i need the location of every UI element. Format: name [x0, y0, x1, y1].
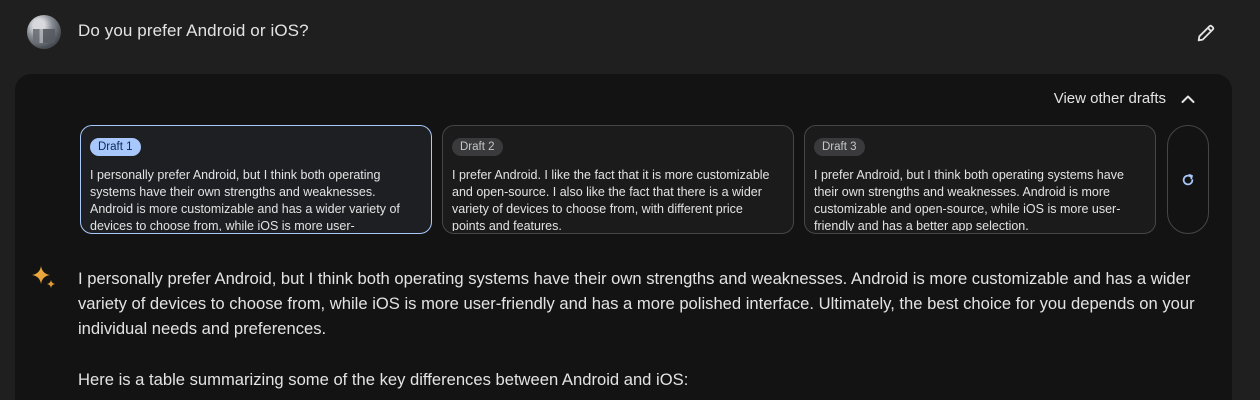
user-prompt-row: Do you prefer Android or iOS? [0, 0, 1260, 66]
edit-prompt-button[interactable] [1192, 19, 1220, 47]
chevron-up-icon [1181, 95, 1195, 103]
response-text: I personally prefer Android, but I think… [78, 266, 1203, 392]
pencil-icon [1197, 24, 1215, 42]
draft-preview-text: I prefer Android. I like the fact that i… [452, 168, 770, 231]
draft-card-2[interactable]: Draft 2 I prefer Android. I like the fac… [442, 125, 794, 234]
draft-badge: Draft 2 [452, 138, 503, 156]
chat-view: Do you prefer Android or iOS? View other… [0, 0, 1260, 400]
regenerate-drafts-button[interactable] [1167, 125, 1209, 234]
response-paragraph: I personally prefer Android, but I think… [78, 269, 1195, 338]
draft-preview-text: I personally prefer Android, but I think… [90, 168, 400, 231]
refresh-icon [1182, 173, 1194, 185]
view-other-drafts-toggle[interactable]: View other drafts [1054, 90, 1196, 107]
view-other-drafts-label: View other drafts [1053, 90, 1166, 107]
draft-badge: Draft 3 [814, 138, 865, 156]
draft-card-1[interactable]: Draft 1 I personally prefer Android, but… [80, 125, 432, 234]
draft-preview-text: I prefer Android, but I think both opera… [814, 168, 1124, 231]
draft-badge: Draft 1 [90, 138, 141, 156]
response-paragraph: Here is a table summarizing some of the … [78, 370, 689, 389]
response-panel: View other drafts Draft 1 I personally p… [15, 74, 1232, 400]
draft-card-3[interactable]: Draft 3 I prefer Android, but I think bo… [804, 125, 1156, 234]
prompt-text: Do you prefer Android or iOS? [78, 21, 309, 40]
avatar[interactable] [27, 15, 61, 49]
sparkle-icon [32, 266, 55, 288]
